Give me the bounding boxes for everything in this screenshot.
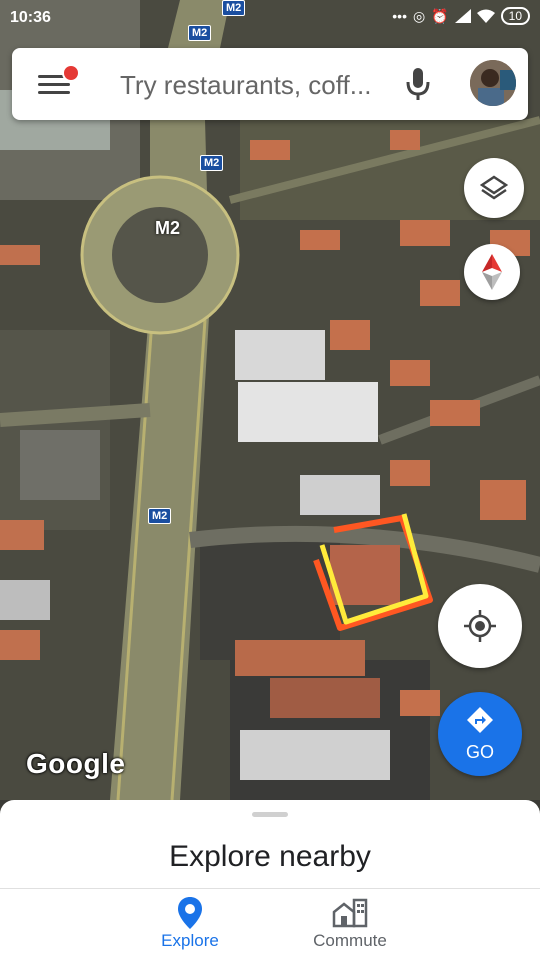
status-time: 10:36: [10, 9, 51, 26]
sheet-handle[interactable]: [252, 812, 288, 817]
location-pin-icon: [178, 897, 202, 929]
tab-commute[interactable]: Commute: [270, 895, 430, 951]
google-attribution: Google: [26, 748, 126, 779]
road-shield: M2: [200, 155, 224, 171]
tab-explore[interactable]: Explore: [110, 895, 270, 951]
tab-explore-label: Explore: [161, 931, 219, 950]
road-label-m2: M2: [155, 218, 181, 238]
signal-icon: [454, 9, 471, 23]
commute-icon: [332, 898, 368, 928]
account-avatar[interactable]: [470, 60, 516, 106]
sheet-title: Explore nearby: [169, 840, 371, 873]
hotspot-icon: ◎: [412, 7, 426, 24]
layers-button[interactable]: [464, 158, 524, 218]
satellite-map[interactable]: M2 M2 M2 M2 M2 Google: [0, 0, 540, 800]
tab-commute-label: Commute: [313, 931, 387, 950]
status-icons: ••• ◎ ⏰ 10: [392, 7, 530, 25]
explore-sheet[interactable]: Explore nearby: [0, 800, 540, 888]
search-bar[interactable]: Try restaurants, coff...: [12, 48, 528, 120]
compass-button[interactable]: [464, 244, 520, 300]
go-button[interactable]: GO: [438, 692, 522, 776]
microphone-icon[interactable]: [404, 66, 432, 102]
search-input[interactable]: Try restaurants, coff...: [120, 70, 371, 101]
compass-icon: [482, 254, 502, 290]
notification-dot: [62, 64, 80, 82]
wifi-icon: [476, 9, 495, 23]
directions-icon: [467, 707, 493, 733]
go-label: GO: [465, 742, 494, 762]
my-location-icon: [464, 610, 496, 642]
more-icon: •••: [392, 8, 407, 24]
status-bar: 10:36 ••• ◎ ⏰ 10: [0, 0, 540, 36]
bottom-navigation: Explore Commute: [0, 888, 540, 961]
layers-icon: [480, 175, 508, 200]
battery-indicator: 10: [500, 7, 530, 25]
road-shield: M2: [148, 508, 172, 524]
alarm-icon: ⏰: [431, 7, 449, 24]
my-location-button[interactable]: [438, 584, 522, 668]
